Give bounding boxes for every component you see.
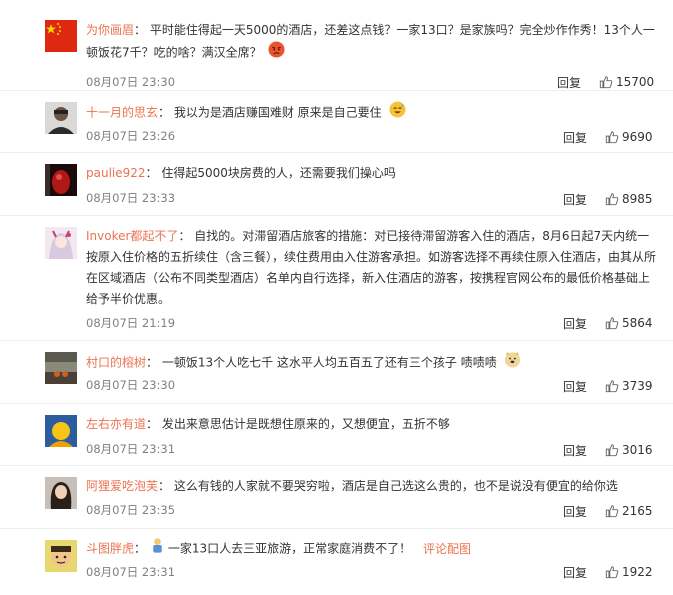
reply-button[interactable]: 回复 [563, 564, 587, 581]
comment-body: 住得起5000块房费的人，还需要我们操心吗 [161, 166, 396, 180]
username-link[interactable]: 为你画眉 [86, 23, 134, 37]
thumbs-up-icon [605, 193, 619, 206]
like-button[interactable]: 15700 [599, 75, 654, 89]
like-count: 1922 [622, 565, 653, 579]
comment-text: 左右亦有道： 发出来意思估计是既想住原来的，又想便宜，五折不够 [86, 417, 450, 431]
comment-item: 村口的榕树： 一顿饭13个人吃七千 这水平人均五百五了还有三个孩子 啧啧啧 08… [0, 341, 673, 404]
comment-text: 斗图胖虎： 一家13口人去三亚旅游，正常家庭消费不了！ 评论配图 [86, 537, 661, 561]
comment-text: 为你画眉： 平时能住得起一天5000的酒店，还差这点钱？一家13口？是家族吗？完… [86, 20, 661, 65]
thumbs-up-icon [605, 505, 619, 518]
username-link[interactable]: 阿狸爱吃泡芙 [86, 479, 158, 493]
username-link[interactable]: paulie922 [86, 166, 146, 180]
thumbs-up-icon [605, 380, 619, 393]
comment-time: 08月07日 23:31 [86, 565, 176, 579]
reply-button[interactable]: 回复 [563, 442, 587, 459]
thumbs-up-icon [605, 444, 619, 457]
comment-item: 十一月的思玄： 我以为是酒店赚国难财 原来是自己要住 08月07日 23:26 … [0, 91, 673, 153]
like-button[interactable]: 1922 [605, 565, 653, 579]
username-link[interactable]: 十一月的思玄 [86, 106, 158, 120]
doge-emoji [504, 351, 521, 375]
username-link[interactable]: 村口的榕树 [86, 356, 146, 370]
cartoon-avatar[interactable] [45, 540, 77, 572]
reply-button[interactable]: 回复 [563, 191, 587, 208]
comment-item: 阿狸爱吃泡芙： 这么有钱的人家就不要哭穷啦，酒店是自己选这么贵的，也不是说没有便… [0, 466, 673, 529]
username-link[interactable]: Invoker都起不了 [86, 229, 178, 243]
comment-time: 08月07日 23:35 [86, 503, 176, 517]
china-flag-avatar[interactable] [45, 20, 77, 52]
blue-yellow-avatar[interactable] [45, 415, 77, 447]
anime-girl-avatar[interactable] [45, 227, 77, 259]
like-count: 2165 [622, 504, 653, 518]
angry-face-emoji [268, 41, 285, 65]
comment-time: 08月07日 23:26 [86, 129, 176, 143]
like-count: 3016 [622, 443, 653, 457]
like-button[interactable]: 5864 [605, 316, 653, 330]
comment-time: 08月07日 23:30 [86, 378, 176, 392]
red-photo-avatar[interactable] [45, 164, 77, 196]
reply-button[interactable]: 回复 [563, 378, 587, 395]
comment-text: paulie922： 住得起5000块房费的人，还需要我们操心吗 [86, 166, 396, 180]
comment-item: 左右亦有道： 发出来意思估计是既想住原来的，又想便宜，五折不够 08月07日 2… [0, 404, 673, 466]
like-button[interactable]: 8985 [605, 192, 653, 206]
person-emoji [150, 537, 165, 561]
comment-time: 08月07日 23:33 [86, 191, 176, 205]
like-count: 3739 [622, 379, 653, 393]
comment-item: 斗图胖虎： 一家13口人去三亚旅游，正常家庭消费不了！ 评论配图 08月07日 … [0, 529, 673, 591]
thumbs-up-icon [605, 131, 619, 144]
comment-text: 村口的榕树： 一顿饭13个人吃七千 这水平人均五百五了还有三个孩子 啧啧啧 [86, 351, 661, 375]
comment-text: 阿狸爱吃泡芙： 这么有钱的人家就不要哭穷啦，酒店是自己选这么贵的，也不是说没有便… [86, 479, 618, 493]
comment-item: 为你画眉： 平时能住得起一天5000的酒店，还差这点钱？一家13口？是家族吗？完… [0, 10, 673, 91]
like-count: 9690 [622, 130, 653, 144]
comment-time: 08月07日 21:19 [86, 316, 176, 330]
like-count: 8985 [622, 192, 653, 206]
like-button[interactable]: 3016 [605, 443, 653, 457]
reply-button[interactable]: 回复 [563, 503, 587, 520]
like-button[interactable]: 3739 [605, 379, 653, 393]
thumbs-up-icon [605, 317, 619, 330]
thumbs-up-icon [599, 76, 613, 89]
woman-photo-avatar[interactable] [45, 477, 77, 509]
reply-button[interactable]: 回复 [563, 315, 587, 332]
comment-time: 08月07日 23:31 [86, 442, 176, 456]
comment-body: 发出来意思估计是既想住原来的，又想便宜，五折不够 [161, 417, 450, 431]
sweat-smile-emoji [388, 101, 406, 125]
like-count: 5864 [622, 316, 653, 330]
comment-body: 平时能住得起一天5000的酒店，还差这点钱？一家13口？是家族吗？完全炒作作秀！… [86, 23, 655, 60]
comment-item: paulie922： 住得起5000块房费的人，还需要我们操心吗 08月07日 … [0, 153, 673, 216]
comment-text: 十一月的思玄： 我以为是酒店赚国难财 原来是自己要住 [86, 101, 661, 125]
like-button[interactable]: 2165 [605, 504, 653, 518]
username-link[interactable]: 左右亦有道 [86, 417, 146, 431]
thumbs-up-icon [605, 566, 619, 579]
comment-body: 这么有钱的人家就不要哭穷啦，酒店是自己选这么贵的，也不是说没有便宜的给你选 [173, 479, 618, 493]
comment-time: 08月07日 23:30 [86, 75, 176, 89]
comment-body: 一顿饭13个人吃七千 这水平人均五百五了还有三个孩子 啧啧啧 [161, 355, 497, 370]
reply-button[interactable]: 回复 [557, 74, 581, 91]
reply-button[interactable]: 回复 [563, 129, 587, 146]
comment-image-link[interactable]: 评论配图 [423, 542, 471, 556]
street-photo-avatar[interactable] [45, 352, 77, 384]
man-photo-avatar[interactable] [45, 102, 77, 134]
like-button[interactable]: 9690 [605, 130, 653, 144]
comment-text: Invoker都起不了： 自找的。对滞留酒店旅客的措施：对已接待滞留游客入住的酒… [86, 229, 657, 306]
comment-body: 一家13口人去三亚旅游，正常家庭消费不了！ [167, 541, 412, 556]
username-link[interactable]: 斗图胖虎 [86, 542, 134, 556]
like-count: 15700 [616, 75, 655, 89]
comment-item: Invoker都起不了： 自找的。对滞留酒店旅客的措施：对已接待滞留游客入住的酒… [0, 216, 673, 341]
comment-body: 我以为是酒店赚国难财 原来是自己要住 [173, 105, 382, 120]
